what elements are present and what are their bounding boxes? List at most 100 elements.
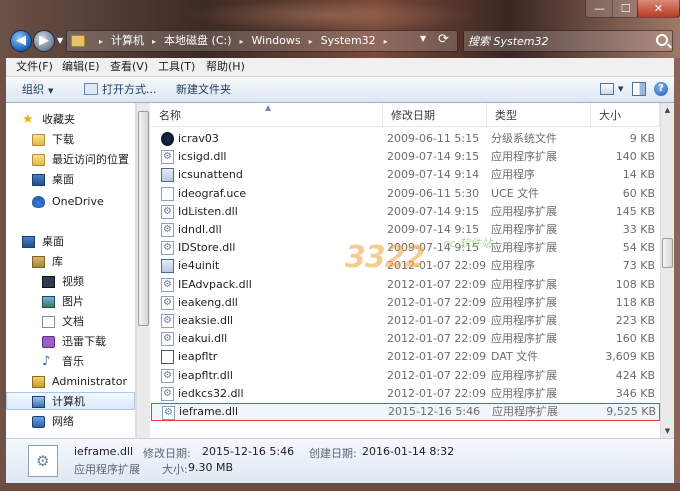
table-row[interactable]: ieapfltr.dll 2012-01-07 22:09 应用程序扩展 424 KB xyxy=(151,367,660,385)
scroll-down-icon[interactable]: ▼ xyxy=(661,424,674,438)
address-bar[interactable]: ▸ 计算机 ▸ 本地磁盘 (C:) ▸ Windows ▸ System32 ▸ xyxy=(66,30,458,52)
table-row[interactable]: icsigd.dll 2009-07-14 9:15 应用程序扩展 140 KB xyxy=(151,148,660,166)
preview-pane-icon[interactable] xyxy=(632,82,646,96)
dll-file-icon xyxy=(162,404,175,422)
search-input[interactable] xyxy=(468,33,648,49)
table-row[interactable]: iedkcs32.dll 2012-01-07 22:09 应用程序扩展 346 KB xyxy=(151,385,660,403)
details-pane: ieframe.dll 修改日期: 2015-12-16 5:46 创建日期: … xyxy=(6,438,674,483)
forward-arrow-icon: ▶ xyxy=(39,33,49,48)
breadcrumb-separator[interactable]: ▸ xyxy=(384,37,388,46)
scroll-up-icon[interactable]: ▲ xyxy=(661,103,674,117)
address-dropdown-icon[interactable]: ▼ xyxy=(420,34,426,43)
breadcrumb-system32[interactable]: System32 xyxy=(321,34,376,47)
table-row[interactable]: ieapfltr 2012-01-07 22:09 DAT 文件 3,609 KB xyxy=(151,348,660,366)
table-row[interactable]: ieakui.dll 2012-01-07 22:09 应用程序扩展 160 KB xyxy=(151,330,660,348)
table-row[interactable]: icsunattend 2009-07-14 9:14 应用程序 14 KB xyxy=(151,166,660,184)
file-date: 2009-07-14 9:15 xyxy=(387,150,480,164)
nav-label: 库 xyxy=(52,255,63,268)
file-size: 424 KB xyxy=(615,368,655,382)
table-row[interactable]: IdListen.dll 2009-07-14 9:15 应用程序扩展 145 KB xyxy=(151,203,660,221)
window-frame-bottom xyxy=(0,483,680,491)
file-list-scrollbar[interactable]: ▲ ▼ xyxy=(660,103,674,438)
dll-file-icon xyxy=(161,330,174,348)
view-dropdown-icon[interactable]: ▼ xyxy=(618,77,623,102)
dat-file-icon xyxy=(161,350,174,365)
rating-file-icon xyxy=(161,132,174,146)
close-button[interactable]: ✕ xyxy=(637,0,680,18)
menu-help[interactable]: 帮助(H) xyxy=(200,58,251,77)
dll-file-icon xyxy=(161,221,174,239)
nav-recent[interactable]: 最近访问的位置 xyxy=(6,151,135,169)
nav-desktop[interactable]: 桌面 xyxy=(6,171,135,189)
computer-icon xyxy=(32,396,45,408)
file-list-scroll-thumb[interactable] xyxy=(662,238,673,268)
file-size: 9 KB xyxy=(629,132,655,145)
table-row[interactable]: ieakeng.dll 2012-01-07 22:09 应用程序扩展 118 KB xyxy=(151,294,660,312)
nav-downloads[interactable]: 下载 xyxy=(6,131,135,149)
search-box[interactable] xyxy=(463,30,673,52)
help-icon[interactable]: ? xyxy=(654,82,668,96)
nav-desktop-root[interactable]: 桌面 xyxy=(6,233,135,251)
nav-favorites[interactable]: ★ 收藏夹 xyxy=(6,111,135,129)
nav-pictures[interactable]: 图片 xyxy=(6,293,135,311)
navigation-scroll-thumb[interactable] xyxy=(138,111,149,326)
minimize-button[interactable]: — xyxy=(585,0,613,18)
details-size-label: 大小: xyxy=(162,463,188,476)
menu-tools[interactable]: 工具(T) xyxy=(152,58,201,77)
column-size[interactable]: 大小 xyxy=(591,103,660,127)
forward-button[interactable]: ▶ xyxy=(33,30,55,52)
table-row[interactable]: IEAdvpack.dll 2012-01-07 22:09 应用程序扩展 108 K… xyxy=(151,276,660,294)
history-dropdown-icon[interactable]: ▼ xyxy=(57,36,63,45)
application-icon xyxy=(161,168,174,183)
organize-button[interactable]: 组织 ▼ xyxy=(22,77,53,102)
back-button[interactable]: ◀ xyxy=(10,30,32,52)
details-type: 应用程序扩展 xyxy=(74,463,140,476)
maximize-button[interactable]: ☐ xyxy=(612,0,638,18)
nav-thunder-downloads[interactable]: 迅雷下载 xyxy=(6,333,135,351)
breadcrumb-local-disk[interactable]: 本地磁盘 (C:) xyxy=(164,34,231,47)
breadcrumb-windows[interactable]: Windows xyxy=(252,34,301,47)
table-row[interactable]: ieframe.dll 2015-12-16 5:46 应用程序扩展 9,525 KB xyxy=(151,403,660,422)
nav-music[interactable]: ♪ 音乐 xyxy=(6,353,135,371)
open-with-button[interactable]: 打开方式... xyxy=(84,77,157,102)
breadcrumb-separator[interactable]: ▸ xyxy=(152,37,156,46)
menu-view[interactable]: 查看(V) xyxy=(104,58,154,77)
file-type: 应用程序扩展 xyxy=(491,204,557,218)
file-type: 应用程序 xyxy=(491,259,535,273)
title-glow xyxy=(180,0,480,30)
column-name[interactable]: 名称 xyxy=(151,103,383,127)
nav-videos[interactable]: 视频 xyxy=(6,273,135,291)
nav-label: 下载 xyxy=(52,133,74,146)
menu-file[interactable]: 文件(F) xyxy=(10,58,59,77)
nav-label: 计算机 xyxy=(52,395,85,408)
navigation-scrollbar[interactable] xyxy=(136,103,150,438)
nav-administrator[interactable]: Administrator xyxy=(6,373,135,391)
nav-network[interactable]: 网络 xyxy=(6,413,135,431)
column-type[interactable]: 类型 xyxy=(487,103,591,127)
nav-documents[interactable]: 文档 xyxy=(6,313,135,331)
table-row[interactable]: idndl.dll2009-07-14 9:15应用程序扩展33 KB xyxy=(151,221,660,239)
breadcrumb-separator[interactable]: ▸ xyxy=(309,37,313,46)
nav-computer[interactable]: 计算机 xyxy=(6,392,135,410)
breadcrumb-computer[interactable]: 计算机 xyxy=(111,34,144,47)
nav-label: 文档 xyxy=(62,315,84,328)
breadcrumb-separator[interactable]: ▸ xyxy=(99,37,103,46)
table-row[interactable]: icrav03 2009-06-11 5:15 分级系统文件 9 KB xyxy=(151,130,660,148)
column-date[interactable]: 修改日期 xyxy=(383,103,487,127)
refresh-icon[interactable]: ⟳ xyxy=(438,32,449,47)
file-type: 应用程序扩展 xyxy=(491,332,557,346)
file-name: ideograf.uce xyxy=(178,186,247,200)
menu-edit[interactable]: 编辑(E) xyxy=(56,58,106,77)
window-frame-left xyxy=(0,58,6,483)
change-view-icon[interactable] xyxy=(600,83,614,95)
file-type: 分级系统文件 xyxy=(491,132,557,145)
breadcrumb-separator[interactable]: ▸ xyxy=(240,37,244,46)
table-row[interactable]: ieaksie.dll 2012-01-07 22:09 应用程序扩展 223 KB xyxy=(151,312,660,330)
nav-onedrive[interactable]: OneDrive xyxy=(6,193,135,211)
nav-library[interactable]: 库 xyxy=(6,253,135,271)
picture-icon xyxy=(42,296,55,308)
search-icon[interactable] xyxy=(656,34,668,46)
new-folder-button[interactable]: 新建文件夹 xyxy=(176,77,231,102)
table-row[interactable]: ideograf.uce 2009-06-11 5:30 UCE 文件 60 KB xyxy=(151,185,660,203)
file-date: 2009-06-11 5:15 xyxy=(387,132,480,145)
